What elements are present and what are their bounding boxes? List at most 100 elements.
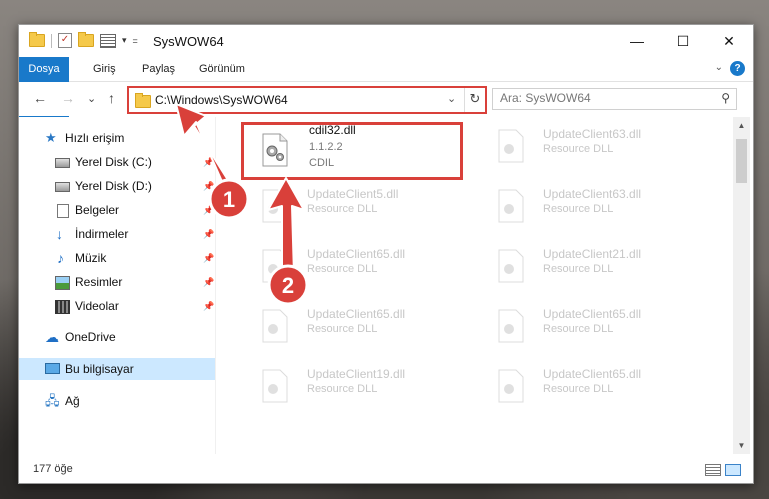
recent-locations-button[interactable]: ⌄ (87, 92, 96, 105)
file-name: UpdateClient5.dll (307, 187, 399, 201)
refresh-button[interactable]: ↻ (464, 88, 485, 112)
dll-file-icon (498, 309, 524, 343)
star-icon: ★ (45, 130, 57, 145)
file-description: Resource DLL (307, 263, 378, 275)
sidebar-item-label: Belgeler (75, 203, 120, 217)
pin-icon: 📌 (203, 277, 215, 287)
ribbon-collapse-icon[interactable]: ⌄ (715, 62, 723, 73)
scroll-down-icon[interactable]: ▼ (733, 437, 750, 454)
sidebar-item-label: Resimler (75, 275, 123, 289)
disk-icon (55, 158, 70, 168)
address-bar[interactable]: C:\Windows\SysWOW64 ⌄ ↻ (127, 86, 487, 114)
file-name: UpdateClient19.dll (307, 367, 406, 381)
window-title: SysWOW64 (153, 34, 224, 49)
details-pane-icon[interactable] (100, 33, 116, 48)
customize-toolbar-icon[interactable]: = (133, 36, 138, 46)
sidebar-item-label: İndirmeler (75, 227, 129, 241)
sidebar-item-label: Bu bilgisayar (65, 362, 134, 376)
scroll-thumb[interactable] (736, 139, 747, 183)
sidebar-item-documents[interactable]: Belgeler 📌 (19, 199, 215, 221)
properties-check-icon[interactable]: ✓ (58, 33, 72, 48)
file-item[interactable]: UpdateClient5.dll Resource DLL (239, 177, 471, 237)
file-item[interactable]: UpdateClient65.dll Resource DLL (475, 357, 707, 417)
pin-icon: 📌 (203, 157, 215, 167)
videos-icon (55, 300, 70, 314)
tab-home[interactable]: Giriş (81, 57, 128, 81)
address-dropdown-icon[interactable]: ⌄ (447, 92, 456, 105)
back-button[interactable]: ← (33, 90, 47, 106)
dll-file-icon (498, 189, 524, 223)
sidebar-item-pictures[interactable]: Resimler 📌 (19, 271, 215, 293)
status-bar: 177 öğe (19, 455, 753, 483)
search-box[interactable]: ⚲ (492, 88, 737, 110)
sidebar-item-label: Müzik (75, 251, 107, 265)
pin-icon: 📌 (203, 205, 215, 215)
scroll-up-icon[interactable]: ▲ (733, 117, 750, 134)
address-path[interactable]: C:\Windows\SysWOW64 (155, 93, 288, 107)
file-item[interactable]: UpdateClient65.dll Resource DLL (239, 237, 471, 297)
new-folder-icon[interactable] (78, 32, 94, 47)
network-icon: 🖧 (45, 393, 60, 408)
file-name: UpdateClient63.dll (543, 187, 642, 201)
search-input[interactable] (500, 91, 700, 105)
sidebar-item-label: Hızlı erişim (65, 131, 125, 145)
computer-icon (45, 363, 60, 374)
tab-share[interactable]: Paylaş (130, 57, 187, 81)
file-item[interactable]: UpdateClient65.dll Resource DLL (475, 297, 707, 357)
file-item[interactable]: UpdateClient63.dll Resource DLL (475, 177, 707, 237)
file-description: Resource DLL (307, 383, 378, 395)
sidebar-item-local-disk-c[interactable]: Yerel Disk (C:) 📌 (19, 151, 215, 173)
dll-file-icon (262, 249, 288, 283)
disk-icon (55, 182, 70, 192)
sidebar-item-quick-access[interactable]: ★ Hızlı erişim (19, 127, 215, 149)
folder-icon (29, 32, 45, 47)
file-description: Resource DLL (543, 323, 614, 335)
quick-access-toolbar: ✓ ▾ = (29, 32, 138, 48)
minimize-button[interactable]: — (614, 25, 660, 57)
sidebar-item-label: Videolar (75, 299, 119, 313)
file-name: UpdateClient63.dll (543, 127, 642, 141)
dll-file-icon (498, 129, 524, 163)
sidebar-item-onedrive[interactable]: ☁ OneDrive (19, 326, 215, 348)
up-button[interactable]: ↑ (108, 90, 115, 106)
sidebar-item-videos[interactable]: Videolar 📌 (19, 295, 215, 317)
file-name: UpdateClient65.dll (307, 247, 406, 261)
quick-access-dropdown-icon[interactable]: ▾ (122, 35, 127, 46)
maximize-button[interactable]: ☐ (660, 25, 706, 57)
forward-button[interactable]: → (61, 90, 75, 106)
sidebar-item-label: OneDrive (65, 330, 116, 344)
music-icon: ♪ (57, 250, 64, 266)
sidebar-item-downloads[interactable]: ↓ İndirmeler 📌 (19, 223, 215, 245)
sidebar-item-local-disk-d[interactable]: Yerel Disk (D:) 📌 (19, 175, 215, 197)
sidebar-item-network[interactable]: 🖧 Ağ (19, 390, 215, 412)
pictures-icon (55, 276, 70, 290)
close-button[interactable]: ✕ (706, 25, 752, 57)
file-item[interactable]: UpdateClient19.dll Resource DLL (239, 357, 471, 417)
explorer-window: ✓ ▾ = SysWOW64 — ☐ ✕ Dosya Giriş Paylaş … (18, 24, 754, 484)
file-item[interactable]: UpdateClient65.dll Resource DLL (239, 297, 471, 357)
sidebar-item-this-pc[interactable]: Bu bilgisayar (19, 358, 215, 380)
help-icon[interactable]: ? (730, 61, 745, 76)
file-description: Resource DLL (543, 203, 614, 215)
pin-icon: 📌 (203, 181, 215, 191)
file-description: Resource DLL (543, 263, 614, 275)
address-row: ← → ⌄ ↑ C:\Windows\SysWOW64 ⌄ ↻ ⚲ (19, 82, 753, 116)
vertical-scrollbar[interactable]: ▲ ▼ (733, 117, 750, 454)
file-item[interactable]: UpdateClient63.dll Resource DLL (475, 117, 707, 177)
documents-icon (57, 204, 69, 218)
address-folder-icon (135, 93, 151, 108)
details-view-icon[interactable] (705, 464, 721, 476)
large-icons-view-icon[interactable] (725, 464, 741, 476)
file-name: UpdateClient65.dll (543, 307, 642, 321)
sidebar-item-label: Yerel Disk (C:) (75, 155, 152, 169)
dll-file-icon (262, 189, 288, 223)
cloud-icon: ☁ (45, 329, 59, 345)
dll-file-icon (262, 369, 288, 403)
sidebar-item-music[interactable]: ♪ Müzik 📌 (19, 247, 215, 269)
file-item[interactable]: UpdateClient21.dll Resource DLL (475, 237, 707, 297)
toolbar-divider (51, 33, 52, 48)
dll-file-icon (262, 309, 288, 343)
tab-view[interactable]: Görünüm (187, 57, 257, 81)
file-name: UpdateClient21.dll (543, 247, 642, 261)
search-icon[interactable]: ⚲ (721, 91, 730, 105)
